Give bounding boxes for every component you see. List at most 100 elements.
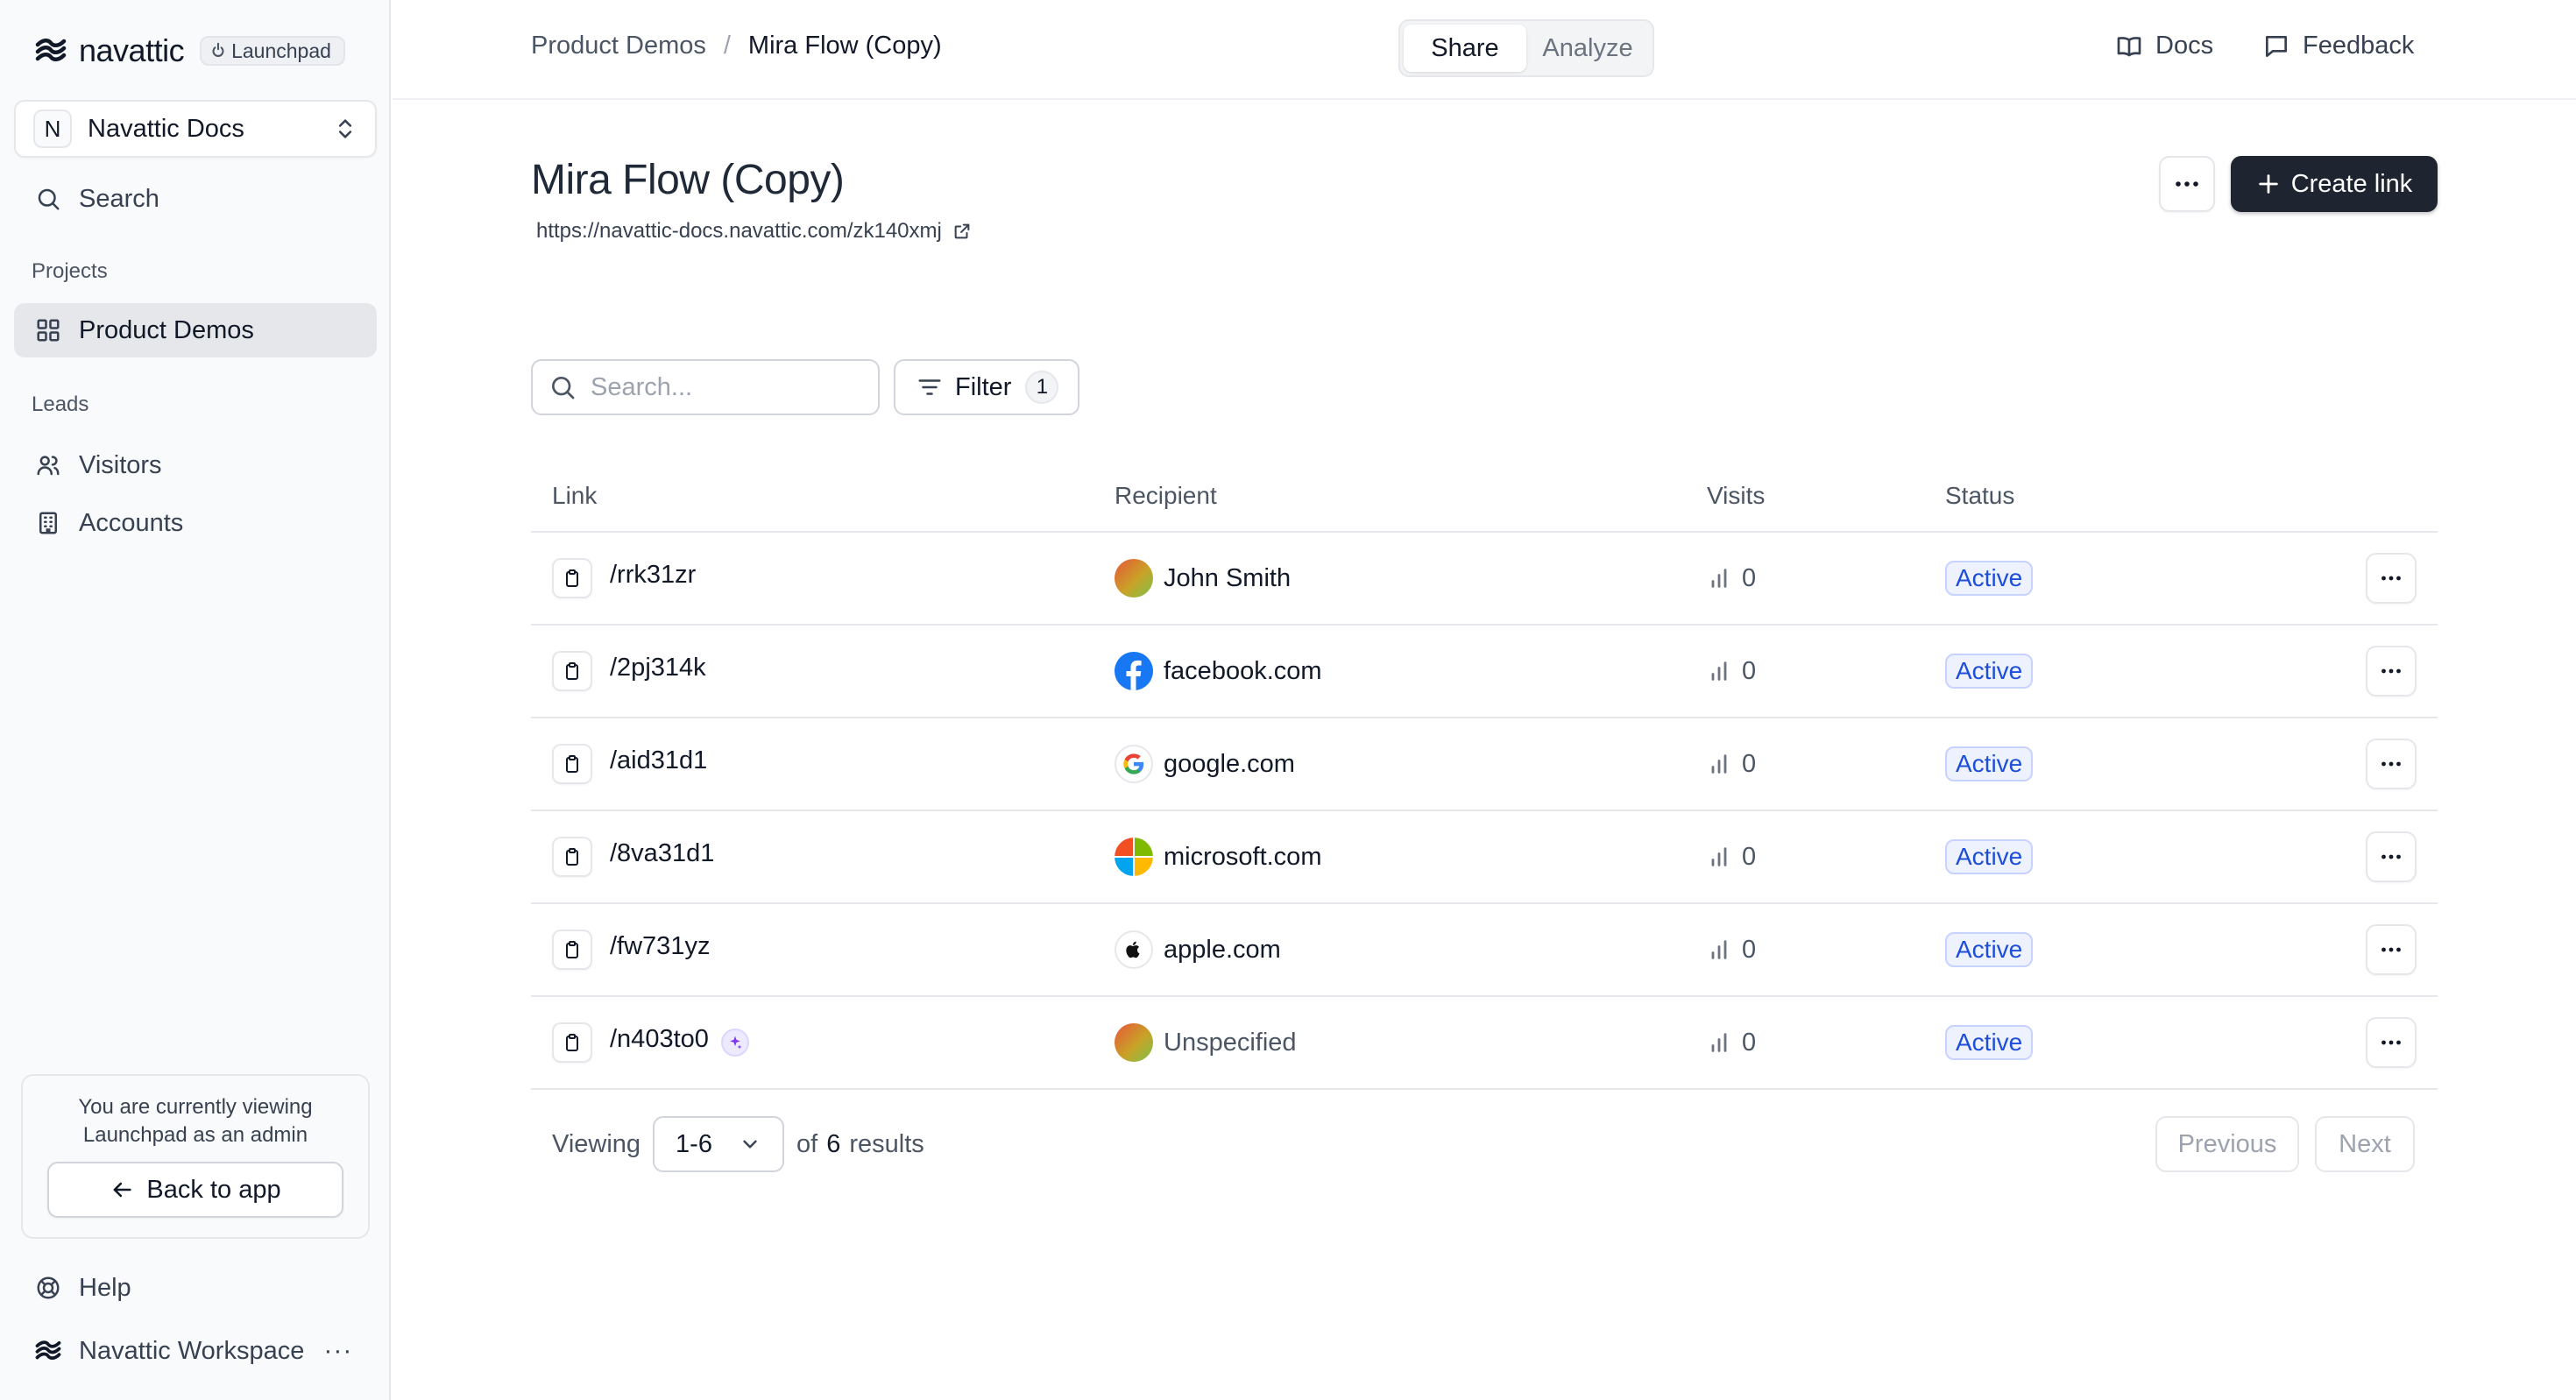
bar-chart-icon (1711, 754, 1727, 774)
copy-link-button[interactable] (552, 837, 592, 877)
more-horizontal-icon (2381, 854, 2401, 859)
table-row[interactable]: /fw731yz apple.com 0 Active (531, 904, 2438, 997)
copy-link-button[interactable] (552, 930, 592, 970)
breadcrumb-separator: / (723, 32, 731, 60)
breadcrumb-parent[interactable]: Product Demos (531, 32, 706, 60)
clipboard-icon (566, 848, 578, 866)
link-path[interactable]: /8va31d1 (610, 839, 714, 868)
gradient-avatar-icon (1115, 559, 1153, 597)
of-label: of (796, 1129, 818, 1158)
filter-button[interactable]: Filter 1 (894, 359, 1079, 415)
sidebar-item-label: Help (79, 1273, 131, 1302)
status-badge: Active (1945, 932, 2034, 967)
more-options-button[interactable] (2159, 156, 2215, 212)
create-link-label: Create link (2290, 169, 2413, 198)
copy-link-button[interactable] (552, 558, 592, 598)
sidebar-item-search[interactable]: Search (14, 172, 377, 226)
column-header-link: Link (552, 482, 598, 509)
help-lifebuoy-icon (37, 1276, 60, 1299)
docs-link[interactable]: Docs (2115, 32, 2213, 60)
search-icon (38, 188, 60, 210)
clipboard-icon (566, 662, 578, 680)
filter-count-badge: 1 (1025, 371, 1059, 404)
launchpad-badge: Launchpad (200, 36, 345, 66)
row-more-button[interactable] (2366, 831, 2417, 882)
breadcrumb-current: Mira Flow (Copy) (747, 32, 942, 60)
admin-notice-text: You are currently viewing Launchpad as a… (78, 1095, 313, 1147)
table-row[interactable]: /2pj314k facebook.com 0 Active (531, 626, 2438, 718)
copy-link-button[interactable] (552, 1022, 592, 1063)
link-path[interactable]: /n403to0 (610, 1025, 709, 1054)
filter-lines-icon (918, 379, 941, 395)
navattic-logo-icon (35, 1340, 61, 1360)
view-switcher: Share Analyze (1398, 19, 1654, 77)
recipient-name: apple.com (1164, 935, 1281, 964)
brand[interactable]: navattic Launchpad (35, 32, 345, 70)
table-row[interactable]: /n403to0 Unspecified 0 Active (531, 997, 2438, 1090)
bar-chart-icon (1711, 569, 1727, 588)
projects-heading: Projects (32, 259, 108, 283)
link-path[interactable]: /rrk31zr (610, 561, 696, 590)
facebook-logo-icon (1115, 652, 1153, 690)
arrow-left-icon (113, 1182, 132, 1198)
flow-url-text: https://navattic-docs.navattic.com/zk140… (536, 219, 942, 243)
row-more-button[interactable] (2366, 553, 2417, 604)
search-input[interactable] (591, 372, 871, 402)
row-more-button[interactable] (2366, 924, 2417, 975)
links-search[interactable] (531, 359, 880, 415)
feedback-label: Feedback (2303, 32, 2415, 60)
app-root: navattic Launchpad N Navattic Docs Searc… (0, 0, 2576, 1400)
sidebar-item-visitors[interactable]: Visitors (14, 438, 377, 492)
recipient-name: Unspecified (1164, 1028, 1297, 1057)
bar-chart-icon (1711, 847, 1727, 866)
feedback-link[interactable]: Feedback (2262, 32, 2414, 60)
users-icon (37, 456, 60, 476)
tab-share[interactable]: Share (1404, 25, 1526, 72)
tab-analyze[interactable]: Analyze (1526, 25, 1649, 72)
copy-link-button[interactable] (552, 744, 592, 784)
search-icon (552, 377, 575, 399)
back-to-app-button[interactable]: Back to app (47, 1162, 343, 1218)
create-link-button[interactable]: Create link (2231, 156, 2438, 212)
sidebar-item-help[interactable]: Help (35, 1269, 131, 1307)
previous-page-button[interactable]: Previous (2155, 1116, 2299, 1172)
page-range-value: 1-6 (676, 1129, 712, 1158)
links-table: Link Recipient Visits Status /rrk31zr Jo… (531, 468, 2438, 1090)
more-horizontal-icon (2176, 181, 2198, 187)
sidebar-item-product-demos[interactable]: Product Demos (14, 303, 377, 357)
row-more-button[interactable] (2366, 739, 2417, 789)
filter-label: Filter (955, 372, 1012, 401)
sidebar: navattic Launchpad N Navattic Docs Searc… (0, 0, 391, 1400)
next-page-button[interactable]: Next (2315, 1116, 2415, 1172)
grid-icon (37, 319, 60, 342)
brand-name: navattic (79, 32, 185, 68)
workspace-more-button[interactable]: ··· (323, 1336, 352, 1366)
table-row[interactable]: /rrk31zr John Smith 0 Active (531, 533, 2438, 626)
plus-icon (2258, 174, 2278, 194)
launchpad-badge-label: Launchpad (231, 39, 331, 62)
results-label: results (849, 1129, 924, 1158)
table-row[interactable]: /aid31d1 google.com 0 Active (531, 718, 2438, 811)
flow-url[interactable]: https://navattic-docs.navattic.com/zk140… (536, 219, 972, 244)
row-more-button[interactable] (2366, 1017, 2417, 1068)
column-header-visits: Visits (1707, 482, 1766, 509)
link-path[interactable]: /aid31d1 (610, 746, 707, 775)
workspace-selector[interactable]: N Navattic Docs (14, 100, 377, 158)
link-path[interactable]: /fw731yz (610, 932, 710, 961)
sidebar-item-label: Accounts (79, 508, 184, 537)
more-horizontal-icon (2381, 947, 2401, 952)
back-to-app-label: Back to app (146, 1175, 281, 1204)
table-row[interactable]: /8va31d1 microsoft.com 0 Active (531, 811, 2438, 904)
visit-count: 0 (1742, 935, 1757, 964)
viewing-label: Viewing (552, 1129, 641, 1158)
workspace-footer[interactable]: Navattic Workspace ··· (35, 1332, 352, 1370)
link-path[interactable]: /2pj314k (610, 654, 706, 682)
bar-chart-icon (1711, 940, 1727, 959)
sparkle-badge-icon (720, 1029, 749, 1057)
page-range-select[interactable]: 1-6 (653, 1116, 785, 1172)
copy-link-button[interactable] (552, 651, 592, 691)
sidebar-item-accounts[interactable]: Accounts (14, 496, 377, 550)
row-more-button[interactable] (2366, 646, 2417, 696)
gradient-avatar-icon (1115, 1023, 1153, 1062)
more-horizontal-icon (2381, 1040, 2401, 1045)
